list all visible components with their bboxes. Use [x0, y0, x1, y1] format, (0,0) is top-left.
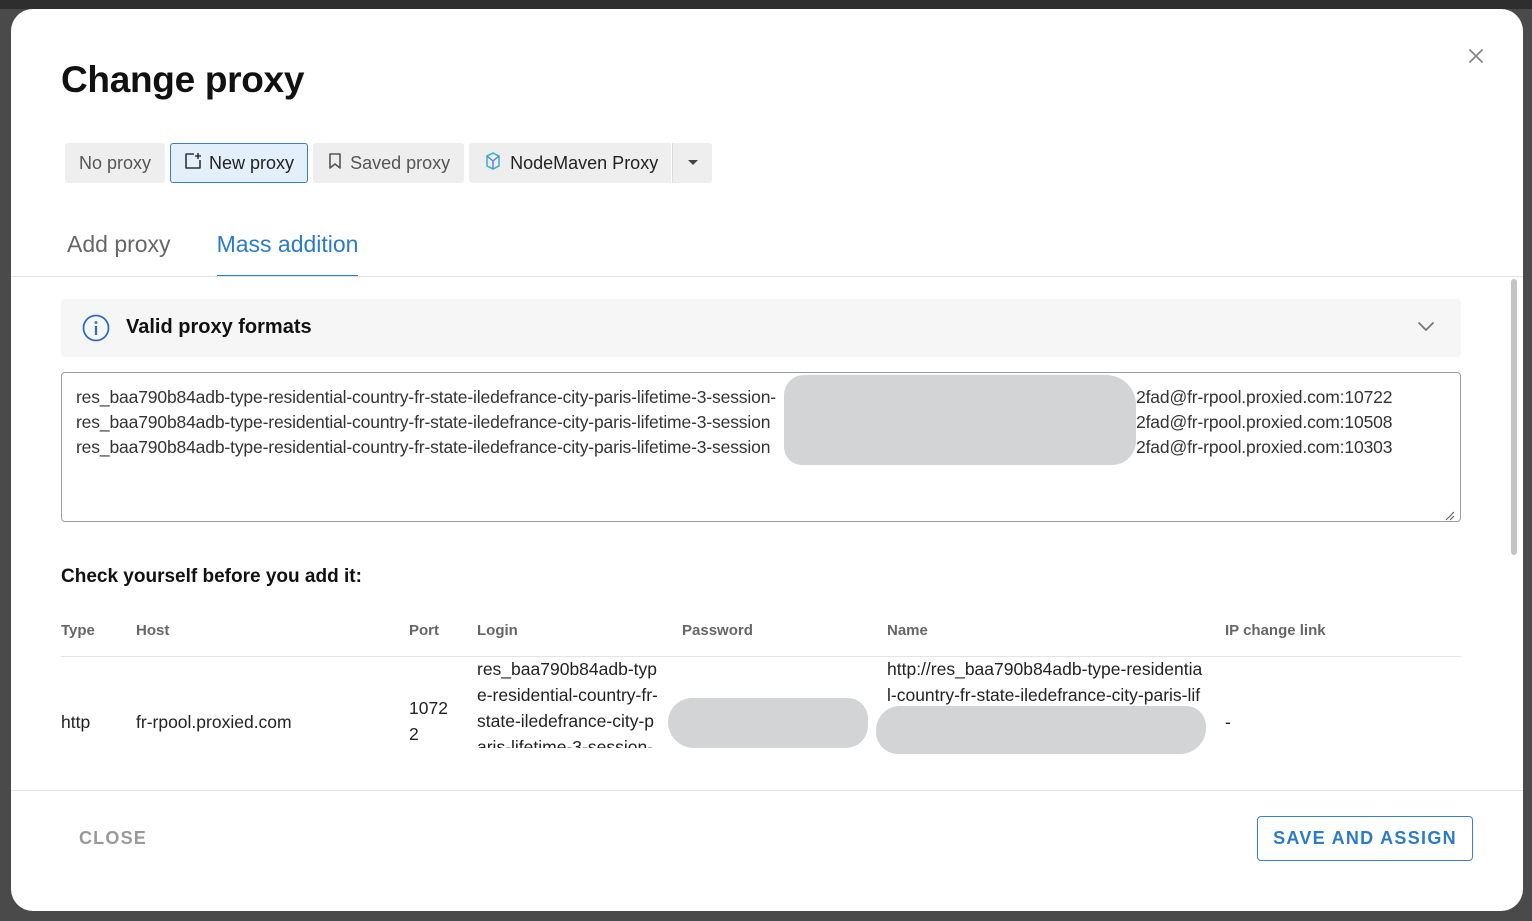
proxy-line-2: res_baa790b84adb-type-residential-countr… — [76, 412, 771, 432]
new-proxy-label: New proxy — [209, 152, 295, 173]
cell-port: 1072 2 — [409, 695, 469, 747]
save-and-assign-button[interactable]: SAVE AND ASSIGN — [1257, 816, 1473, 861]
proxy-tabs: Add proxy Mass addition — [67, 231, 359, 277]
valid-formats-title: Valid proxy formats — [126, 316, 312, 338]
caret-down-icon — [687, 154, 699, 172]
dialog-title: Change proxy — [61, 59, 305, 100]
close-icon[interactable] — [1465, 45, 1487, 67]
redaction-blur — [784, 375, 1136, 465]
cell-login: res_baa790b84adb-typ e-residential-count… — [477, 656, 677, 748]
new-proxy-icon — [184, 152, 202, 175]
tab-add-proxy[interactable]: Add proxy — [67, 231, 171, 277]
table-header-divider — [61, 656, 1461, 657]
column-header-login: Login — [477, 622, 518, 639]
password-redaction-blur — [668, 698, 868, 748]
saved-proxy-label: Saved proxy — [350, 152, 451, 173]
cell-name-line-2: l-country-fr-state-iledefrance-city-pari… — [887, 685, 1201, 705]
change-proxy-dialog: Change proxy No proxy New proxy Saved pr… — [11, 9, 1523, 911]
proxy-line-2-end: 2fad@fr-rpool.proxied.com:10508 — [1136, 412, 1393, 432]
no-proxy-label: No proxy — [79, 152, 152, 173]
nodemaven-logo-icon — [483, 151, 503, 176]
tab-mass-addition[interactable]: Mass addition — [216, 231, 359, 277]
bookmark-icon — [327, 152, 343, 175]
valid-formats-accordion[interactable]: Valid proxy formats — [61, 299, 1461, 357]
cell-login-line-3: state-iledefrance-city-p — [477, 711, 655, 731]
name-redaction-blur — [876, 706, 1206, 754]
resize-handle-icon[interactable] — [1445, 508, 1455, 521]
preview-title: Check yourself before you add it: — [61, 566, 362, 587]
chevron-down-icon — [1416, 319, 1436, 335]
proxy-mode-selector: No proxy New proxy Saved proxy NodeMaven… — [65, 143, 713, 183]
close-button[interactable]: CLOSE — [69, 823, 157, 853]
column-header-type: Type — [61, 622, 95, 639]
cell-type: http — [61, 712, 91, 732]
cell-name-line-1: http://res_baa790b84adb-type-residentia — [887, 659, 1203, 679]
column-header-ip-change-link: IP change link — [1225, 622, 1326, 639]
cell-login-line-2: e-residential-country-fr- — [477, 685, 658, 705]
info-icon — [82, 314, 110, 342]
tabs-divider — [11, 276, 1523, 277]
proxy-line-1: res_baa790b84adb-type-residential-countr… — [76, 387, 776, 407]
mass-proxy-textarea[interactable]: res_baa790b84adb-type-residential-countr… — [61, 372, 1461, 522]
new-proxy-button[interactable]: New proxy — [170, 143, 309, 183]
cell-ip-change-link: - — [1225, 712, 1231, 732]
nodemaven-dropdown-button[interactable] — [672, 143, 713, 183]
no-proxy-button[interactable]: No proxy — [65, 143, 166, 183]
column-header-password: Password — [682, 622, 753, 639]
scrollbar-thumb[interactable] — [1511, 279, 1517, 555]
nodemaven-proxy-label: NodeMaven Proxy — [510, 152, 659, 173]
column-header-name: Name — [887, 622, 928, 639]
footer-divider — [11, 790, 1523, 791]
cell-login-line-1: res_baa790b84adb-typ — [477, 659, 658, 679]
cell-port-line-1: 1072 — [409, 698, 448, 718]
cell-port-line-2: 2 — [409, 724, 419, 744]
cell-login-line-4: aris-lifetime-3-session- — [477, 737, 654, 748]
column-header-port: Port — [409, 622, 439, 639]
background-toolbar — [0, 0, 1532, 9]
proxy-line-1-end: 2fad@fr-rpool.proxied.com:10722 — [1136, 387, 1393, 407]
proxy-line-3: res_baa790b84adb-type-residential-countr… — [76, 437, 771, 457]
proxy-line-3-end: 2fad@fr-rpool.proxied.com:10303 — [1136, 437, 1393, 457]
cell-host: fr-rpool.proxied.com — [136, 712, 292, 732]
nodemaven-proxy-button[interactable]: NodeMaven Proxy — [469, 143, 672, 183]
saved-proxy-button[interactable]: Saved proxy — [313, 143, 465, 183]
column-header-host: Host — [136, 622, 170, 639]
